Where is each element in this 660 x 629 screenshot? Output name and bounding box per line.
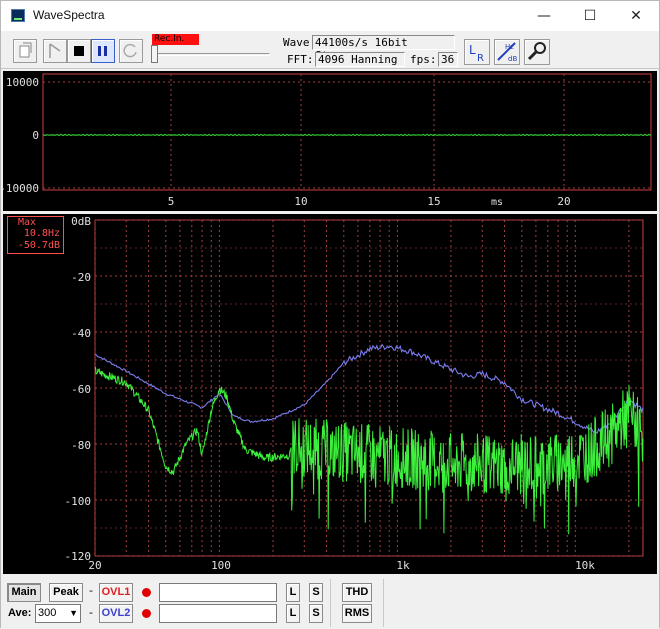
pause-button[interactable] (91, 39, 115, 63)
spec-ytick: -100 (65, 495, 92, 508)
wave-xtick: 15 (427, 195, 440, 208)
open-file-icon (19, 42, 32, 58)
spec-xtick: 10k (575, 559, 595, 572)
waveform-grid (43, 74, 651, 190)
bottom-control-panel: Main Peak - OVL1 L S Ave: 300 ▼ - OVL2 L… (1, 575, 659, 629)
play-button[interactable] (43, 39, 67, 63)
rec-input-label: Rec.In. (152, 34, 199, 45)
max-readout: Max 10.8Hz -50.7dB (7, 216, 64, 254)
chevron-down-icon: ▼ (69, 608, 78, 618)
ave-label: Ave: (8, 607, 32, 619)
max-readout-level: -50.7dB (17, 240, 60, 251)
lr-channel-icon: L R (469, 43, 484, 64)
max-readout-freq: 10.8Hz (23, 228, 60, 239)
spec-ytick: -120 (65, 550, 92, 563)
ovl2-file-field[interactable] (159, 604, 277, 623)
svg-text:L: L (469, 43, 476, 57)
settings-wrench-icon (527, 42, 546, 61)
ovl1-file-field[interactable] (159, 583, 277, 602)
wave-ytick-top: 10000 (6, 76, 39, 89)
spec-ytick: -20 (71, 271, 91, 284)
ovl1-dash: - (89, 584, 93, 597)
settings-button[interactable] (524, 39, 550, 65)
average-select[interactable]: 300 ▼ (35, 604, 81, 623)
thd-button[interactable]: THD (342, 583, 372, 602)
fps-field: 36 (438, 52, 458, 67)
panel-divider (330, 579, 331, 627)
ovl1-button[interactable]: OVL1 (99, 583, 133, 602)
main-button[interactable]: Main (7, 583, 41, 602)
rms-button[interactable]: RMS (342, 604, 372, 623)
hz-db-scale-button[interactable]: Hz dB (494, 39, 520, 65)
spec-xtick: 20 (88, 559, 101, 572)
pause-icon (98, 46, 107, 56)
ovl2-save-button[interactable]: S (309, 604, 323, 623)
panel-divider (383, 579, 384, 627)
minimize-button[interactable]: — (521, 1, 567, 31)
ovl2-dash: - (89, 606, 93, 619)
peak-button[interactable]: Peak (49, 583, 83, 602)
app-window: WaveSpectra — ☐ ✕ Rec.In. Wave: 44100s/s… (0, 0, 660, 629)
ovl2-record-icon[interactable] (142, 609, 151, 618)
max-readout-label: Max (18, 217, 37, 228)
waveform-canvas: 10000 0 -10000 5 10 15 20 ms (3, 73, 652, 208)
loop-button[interactable] (119, 39, 143, 63)
svg-text:dB: dB (508, 55, 517, 63)
average-select-value: 300 (38, 607, 57, 619)
wave-format-field: 44100s/s 16bit Stereo (312, 35, 455, 62)
spec-xtick: 1k (396, 559, 410, 572)
waveform-plot[interactable]: 10000 0 -10000 5 10 15 20 ms (3, 71, 657, 211)
stop-icon (74, 46, 84, 56)
spec-xtick: 100 (211, 559, 231, 572)
open-file-button[interactable] (13, 39, 37, 63)
spectrum-plot[interactable]: 0dB -20 -40 -60 -80 -100 -120 20 100 1k … (3, 214, 657, 574)
toolbar: Rec.In. Wave: 44100s/s 16bit Stereo FFT:… (1, 31, 659, 69)
ovl1-record-icon[interactable] (142, 588, 151, 597)
lr-channel-button[interactable]: L R (464, 39, 490, 65)
play-icon (49, 43, 61, 58)
wave-x-unit: ms (491, 197, 503, 208)
stop-button[interactable] (67, 39, 91, 63)
rec-level-slider[interactable] (152, 53, 270, 56)
ovl2-button[interactable]: OVL2 (99, 604, 133, 623)
wave-ytick-zero: 0 (32, 129, 39, 142)
spec-ytick: -80 (71, 439, 91, 452)
ovl2-load-button[interactable]: L (286, 604, 300, 623)
maximize-button[interactable]: ☐ (567, 1, 613, 31)
window-title: WaveSpectra (33, 8, 105, 22)
spectrum-grid (94, 219, 643, 557)
loop-icon (123, 43, 137, 58)
svg-text:R: R (477, 53, 484, 64)
spec-ytick: -60 (71, 383, 91, 396)
spec-ytick: -40 (71, 327, 91, 340)
spectrum-canvas: 0dB -20 -40 -60 -80 -100 -120 20 100 1k … (65, 215, 644, 572)
hz-db-scale-icon: Hz dB (497, 42, 517, 63)
title-bar: WaveSpectra — ☐ ✕ (1, 1, 659, 31)
wave-xtick: 20 (557, 195, 570, 208)
fps-label: fps: (410, 53, 437, 66)
spec-ytick: 0dB (71, 215, 91, 228)
rec-level-slider-thumb[interactable] (151, 45, 158, 63)
ovl1-load-button[interactable]: L (286, 583, 300, 602)
svg-text:Hz: Hz (505, 43, 514, 51)
ovl1-save-button[interactable]: S (309, 583, 323, 602)
close-button[interactable]: ✕ (613, 1, 659, 31)
wavespectra-app-icon (11, 9, 25, 22)
fft-label: FFT: (287, 53, 314, 66)
fft-setting-field: 4096 Hanning (315, 52, 405, 67)
waveform-trace (42, 133, 652, 137)
wave-xtick: 10 (294, 195, 307, 208)
wave-xtick: 5 (168, 195, 175, 208)
spectrum-right-trace (94, 366, 644, 535)
wave-ytick-bottom: -10000 (3, 182, 39, 195)
spectrum-left-trace (94, 343, 644, 434)
